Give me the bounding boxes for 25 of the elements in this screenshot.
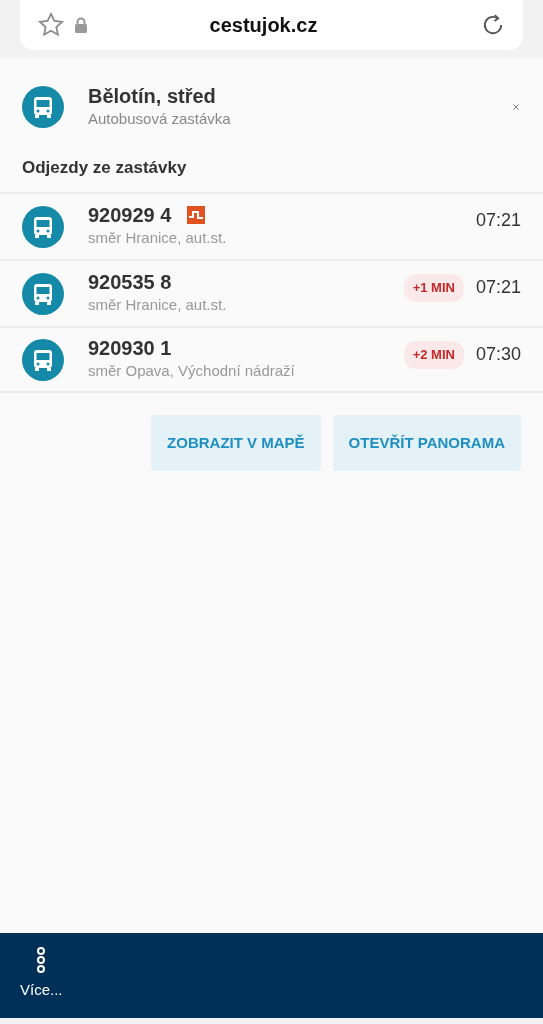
delay-badge: +1 MIN: [403, 274, 464, 302]
stop-name: Bělotín, střed: [88, 84, 217, 108]
direction-text: směr Hranice, aut.st.: [88, 295, 227, 316]
line-number: 920930 1: [88, 336, 172, 361]
stop-type: Autobusová zastávka: [88, 109, 231, 129]
more-icon: [36, 947, 47, 973]
bus-icon: [22, 86, 64, 129]
section-title: Odjezdy ze zastávky: [21, 156, 188, 179]
departure-row[interactable]: 920535 8 směr Hranice, aut.st. +1 MIN 07:21: [0, 259, 543, 326]
delay-badge: +2 MIN: [403, 341, 464, 369]
direction-text: směr Hranice, aut.st.: [88, 228, 227, 249]
line-number: 920535 8: [88, 270, 172, 295]
departure-row[interactable]: 920930 1 směr Opava, Východní nádraží +2 MIN 07:30: [0, 326, 543, 393]
departure-time: 07:21: [475, 276, 521, 300]
more-button[interactable]: Více...: [20, 947, 63, 1002]
direction-text: směr Opava, Východní nádraží: [88, 361, 295, 382]
line-number: 920929 4: [88, 203, 172, 228]
bus-icon: [22, 205, 64, 248]
departure-time: 07:30: [475, 343, 521, 367]
star-icon[interactable]: [36, 11, 66, 39]
bus-icon: [22, 272, 64, 315]
departure-time: 07:21: [475, 209, 521, 232]
lock-icon: [74, 17, 88, 33]
bus-icon: [22, 338, 64, 381]
departure-row[interactable]: 920929 4 směr Hranice, aut.st. 07:21: [0, 192, 543, 259]
